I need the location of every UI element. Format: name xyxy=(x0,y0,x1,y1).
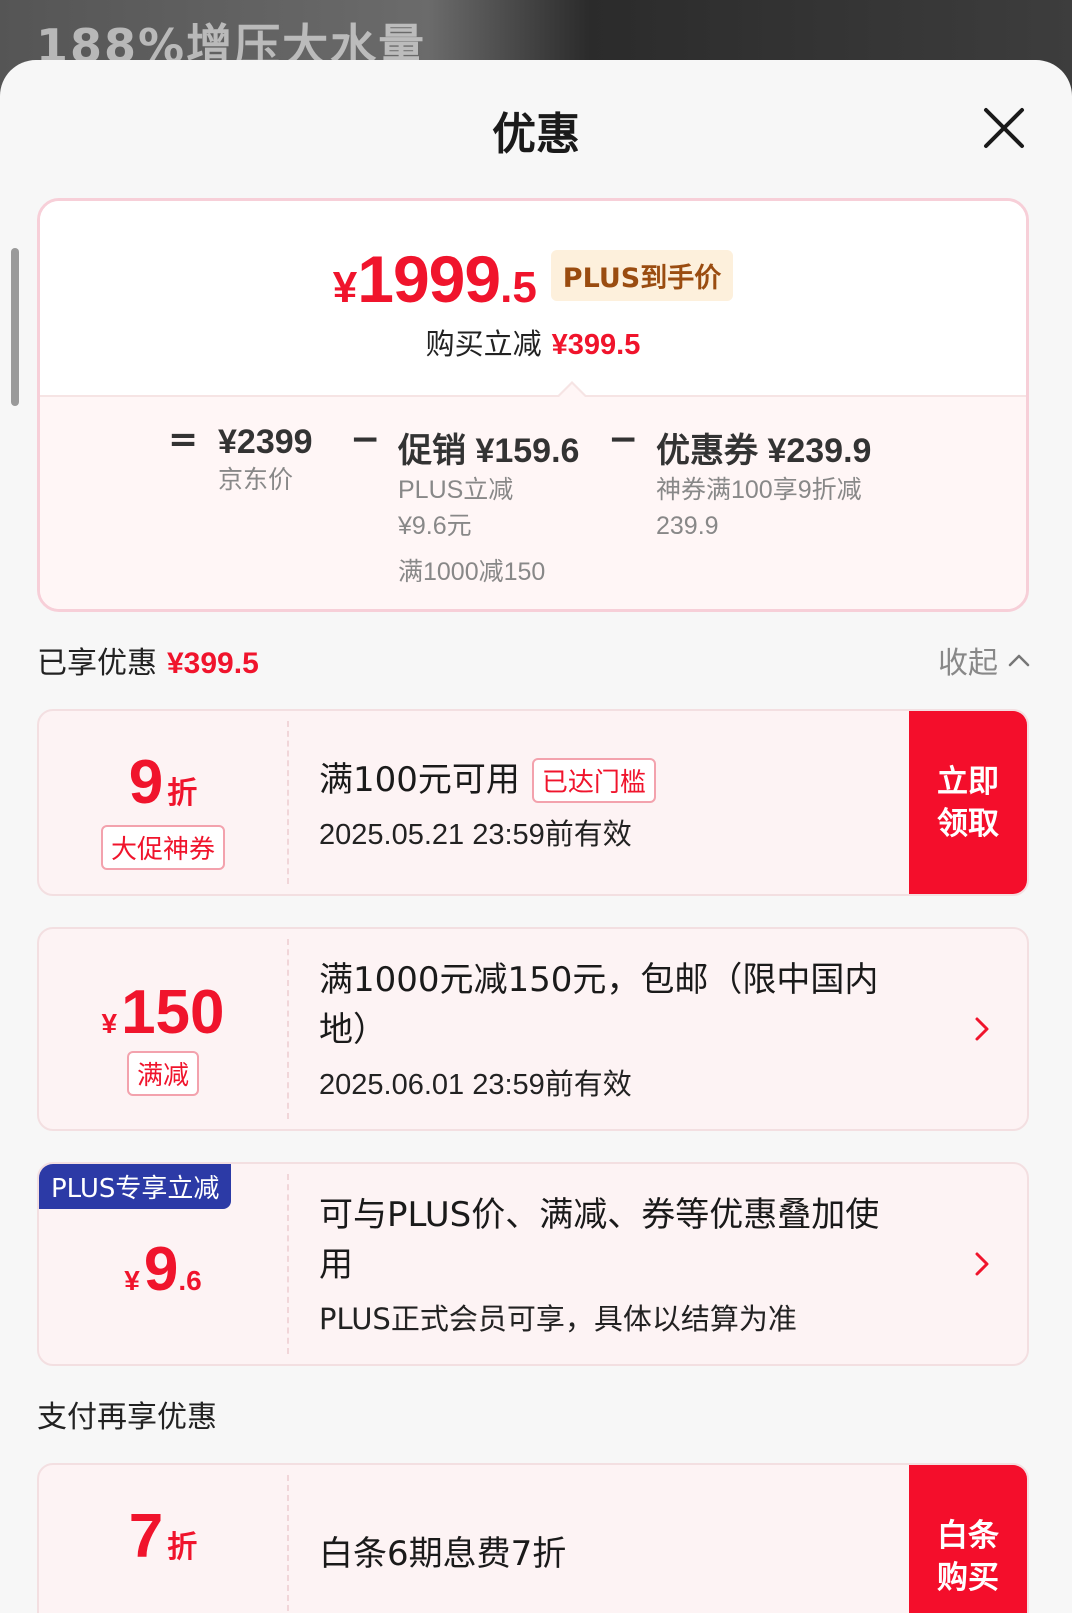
minus-sign: − xyxy=(350,419,381,460)
discount-sheet: 优惠 ¥ 1999 .5 PLUS到手价 购买立减 ¥399.5 = ¥2399 … xyxy=(0,60,1072,1613)
coupon-discount-unit: 折 xyxy=(167,777,198,810)
price-symbol: ¥ xyxy=(332,263,358,312)
price-decimal: .5 xyxy=(500,263,537,312)
coupon-value-area: 7折 xyxy=(39,1465,287,1613)
sheet-title: 优惠 xyxy=(492,109,580,160)
claim-label-2: 领取 xyxy=(937,805,999,842)
coupon-expiry: 2025.05.21 23:59前有效 xyxy=(319,819,632,851)
coupon-note: PLUS正式会员可享，具体以结算为准 xyxy=(319,1302,797,1336)
claim-label-1: 立即 xyxy=(937,763,999,800)
coupon-discount-value: 9 xyxy=(128,748,164,817)
summary-top: ¥ 1999 .5 PLUS到手价 购买立减 ¥399.5 xyxy=(40,201,1026,395)
coupon-detail-1: 神券满100享9折减 xyxy=(656,476,862,504)
plus-discount-card[interactable]: PLUS专享立减 ¥9.6 可与PLUS价、满减、券等优惠叠加使 用 PLUS正… xyxy=(37,1162,1029,1366)
coupon-expiry: 2025.06.01 23:59前有效 xyxy=(319,1069,632,1101)
savings-row: 购买立减 ¥399.5 xyxy=(40,321,1026,363)
coupon-discount-value: 7 xyxy=(128,1502,164,1571)
coupon-title: 满100元可用 xyxy=(319,760,520,800)
enjoyed-label-text: 已享优惠 xyxy=(37,646,157,681)
coupon-amount-decimal: .6 xyxy=(178,1265,202,1296)
coupon-value-area: 9折 大促神券 xyxy=(39,711,287,894)
coupon-info: 满100元可用 已达门槛 2025.05.21 23:59前有效 xyxy=(319,711,897,894)
coupon-title: 白条6期息费7折 xyxy=(319,1534,567,1574)
equals-sign: = xyxy=(168,419,199,460)
enjoyed-value: ¥399.5 xyxy=(167,647,259,680)
coupon-title-line-2: 地） xyxy=(319,1010,387,1050)
promo-value: 促销 ¥159.6 xyxy=(398,432,580,470)
chevron-up-icon xyxy=(1008,654,1030,667)
coupon-divider xyxy=(287,1475,289,1613)
coupon-info: 白条6期息费7折 xyxy=(319,1465,897,1613)
baitiao-buy-button[interactable]: 白条 购买 xyxy=(909,1465,1027,1613)
coupon-currency: ¥ xyxy=(124,1265,140,1296)
coupon-discount-unit: 折 xyxy=(167,1531,198,1564)
chevron-right-icon[interactable] xyxy=(967,1250,995,1278)
enjoyed-discount-label: 已享优惠 ¥399.5 xyxy=(37,638,259,682)
coupon-discount: 优惠券 ¥239.9 神券满100享9折减 239.9 xyxy=(656,423,871,544)
coupon-amount: 9 xyxy=(143,1235,179,1304)
claim-coupon-button[interactable]: 立即 领取 xyxy=(909,711,1027,894)
coupon-detail-2: 239.9 xyxy=(656,512,719,540)
coupon-info: 可与PLUS价、满减、券等优惠叠加使 用 PLUS正式会员可享，具体以结算为准 xyxy=(319,1164,897,1364)
threshold-reached-tag: 已达门槛 xyxy=(531,757,656,803)
base-price-label: 京东价 xyxy=(218,466,294,494)
savings-label: 购买立减 xyxy=(425,327,542,361)
coupon-divider xyxy=(287,939,289,1119)
price-integer: 1999 xyxy=(357,242,501,316)
coupon-amount: 150 xyxy=(121,978,225,1047)
minus-sign: − xyxy=(608,419,639,460)
coupon-divider xyxy=(287,1174,289,1354)
chevron-right-icon[interactable] xyxy=(967,1015,995,1043)
coupon-value-area: ¥150 满减 xyxy=(39,929,287,1129)
promo-detail-3: 满1000减150 xyxy=(398,558,546,586)
promo-discount: 促销 ¥159.6 PLUS立减 ¥9.6元 满1000减150 xyxy=(398,423,579,590)
coupon-title-line-2: 用 xyxy=(319,1245,353,1285)
baitiao-coupon-card: 7折 白条6期息费7折 白条 购买 xyxy=(37,1463,1029,1613)
coupon-card-150-off[interactable]: ¥150 满减 满1000元减150元，包邮（限中国内 地） 2025.06.0… xyxy=(37,927,1029,1131)
scrollbar[interactable] xyxy=(11,248,19,406)
breakdown-pointer xyxy=(557,381,587,397)
savings-value: ¥399.5 xyxy=(551,329,641,361)
coupon-value: 优惠券 ¥239.9 xyxy=(656,432,872,470)
coupon-title-line-1: 满1000元减150元，包邮（限中国内 xyxy=(319,960,879,1000)
plus-price-tag: PLUS到手价 xyxy=(550,249,734,301)
buy-label-1: 白条 xyxy=(937,1518,999,1554)
coupon-divider xyxy=(287,721,289,884)
coupon-type-tag: 满减 xyxy=(126,1051,199,1096)
base-price: ¥2399 京东价 xyxy=(218,423,313,498)
promo-detail-2: ¥9.6元 xyxy=(398,512,472,540)
coupon-value-area: ¥9.6 xyxy=(39,1164,287,1364)
close-icon[interactable] xyxy=(980,104,1028,152)
base-price-value: ¥2399 xyxy=(218,423,313,461)
buy-label-2: 购买 xyxy=(937,1560,999,1596)
coupon-card-9-off: 9折 大促神券 满100元可用 已达门槛 2025.05.21 23:59前有效… xyxy=(37,709,1029,896)
collapse-label: 收起 xyxy=(938,646,998,681)
collapse-button[interactable]: 收起 xyxy=(938,638,1030,682)
coupon-title-line-1: 可与PLUS价、满减、券等优惠叠加使 xyxy=(319,1195,880,1235)
coupon-info: 满1000元减150元，包邮（限中国内 地） 2025.06.01 23:59前… xyxy=(319,929,897,1129)
pay-discount-label: 支付再享优惠 xyxy=(37,1400,217,1435)
price-summary-card: ¥ 1999 .5 PLUS到手价 购买立减 ¥399.5 = ¥2399 京东价… xyxy=(37,198,1029,612)
coupon-currency: ¥ xyxy=(101,1008,118,1039)
final-price: ¥ 1999 .5 PLUS到手价 xyxy=(40,241,1026,317)
promo-detail-1: PLUS立减 xyxy=(398,476,514,504)
coupon-type-tag: 大促神券 xyxy=(100,825,225,870)
